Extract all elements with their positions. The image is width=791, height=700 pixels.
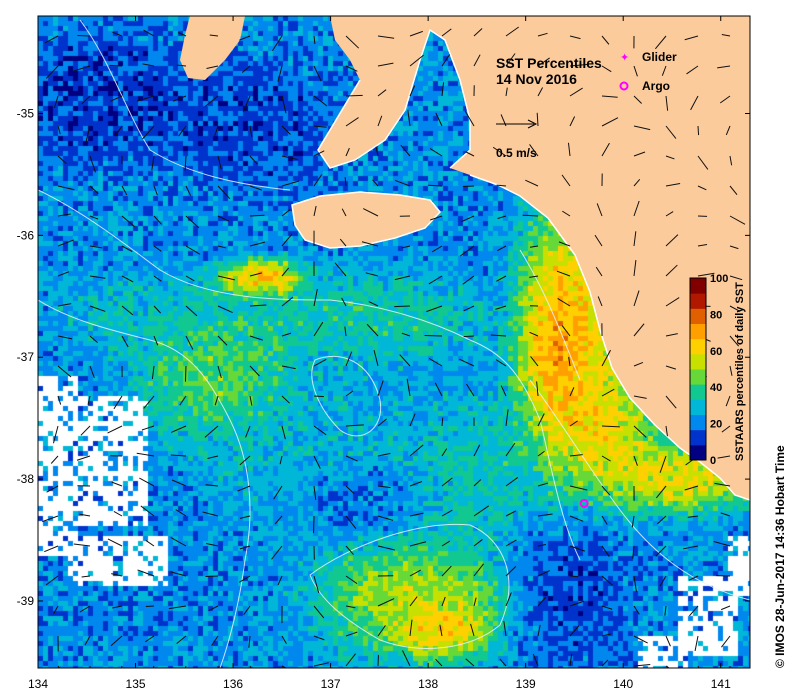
current-vector-arrow <box>184 365 187 382</box>
colorbar-tick-label: 0 <box>710 455 716 467</box>
colorbar-segment <box>690 384 706 400</box>
current-vector-arrow <box>205 575 219 578</box>
current-vector-arrow <box>394 305 411 308</box>
colorbar-segment <box>690 338 706 355</box>
colorbar-segment <box>690 293 706 309</box>
colorbar-tick-label: 20 <box>710 419 722 431</box>
x-tick-label: 134 <box>28 677 48 691</box>
current-vector-arrow <box>89 665 91 668</box>
y-tick-label: -39 <box>17 594 35 608</box>
current-vector-arrow <box>345 94 363 97</box>
colorbar-segment <box>690 308 706 324</box>
colorbar-tick-label: 40 <box>710 382 722 394</box>
y-tick-label: -35 <box>17 106 35 120</box>
colorbar-segment <box>690 444 706 461</box>
colorbar-segment <box>690 414 706 431</box>
argo-label: Argo <box>642 79 670 93</box>
x-tick-label: 136 <box>223 677 243 691</box>
colorbar-tick-label: 60 <box>710 346 722 358</box>
colorbar-tick-label: 100 <box>710 273 728 285</box>
glider-marker-icon: ✦ <box>620 51 629 64</box>
x-tick-label: 135 <box>126 677 146 691</box>
colorbar-segment <box>690 323 706 340</box>
colorbar-segment <box>690 429 706 446</box>
y-tick-label: -37 <box>17 350 35 364</box>
x-tick-label: 139 <box>516 677 536 691</box>
sst-percentile-map: 134 135 136 137 138 139 140 141 -35 -36 -37 -38 -39… <box>17 15 787 691</box>
map-date: 14 Nov 2016 <box>496 71 577 87</box>
vector-scale-label: 0.5 m/s <box>496 146 537 160</box>
colorbar-label: SSTAARS percentiles of daily SST <box>734 282 746 461</box>
colorbar-segment <box>690 399 706 415</box>
current-vector-arrow <box>313 395 324 398</box>
current-vector-arrow <box>109 64 123 67</box>
x-tick-label: 138 <box>418 677 438 691</box>
current-vector-arrow <box>145 605 155 608</box>
current-vector-arrow <box>463 335 475 338</box>
current-vector-arrow <box>697 125 700 136</box>
y-tick-label: -38 <box>17 472 35 486</box>
colorbar-tick-label: 80 <box>710 309 722 321</box>
y-tick-label: -36 <box>17 228 35 242</box>
x-tick-label: 141 <box>711 677 731 691</box>
map-title: SST Percentiles <box>496 55 602 71</box>
colorbar-segment <box>690 353 706 370</box>
colorbar-segment <box>690 369 706 385</box>
imos-credit: © IMOS 28-Jun-2017 14:36 Hobart Time <box>773 445 787 668</box>
x-tick-label: 137 <box>321 677 341 691</box>
glider-label: Glider <box>642 50 677 64</box>
current-vector-arrow <box>249 214 265 217</box>
current-vector-arrow <box>569 575 579 578</box>
x-tick-label: 140 <box>613 677 633 691</box>
colorbar-segment <box>690 278 706 294</box>
